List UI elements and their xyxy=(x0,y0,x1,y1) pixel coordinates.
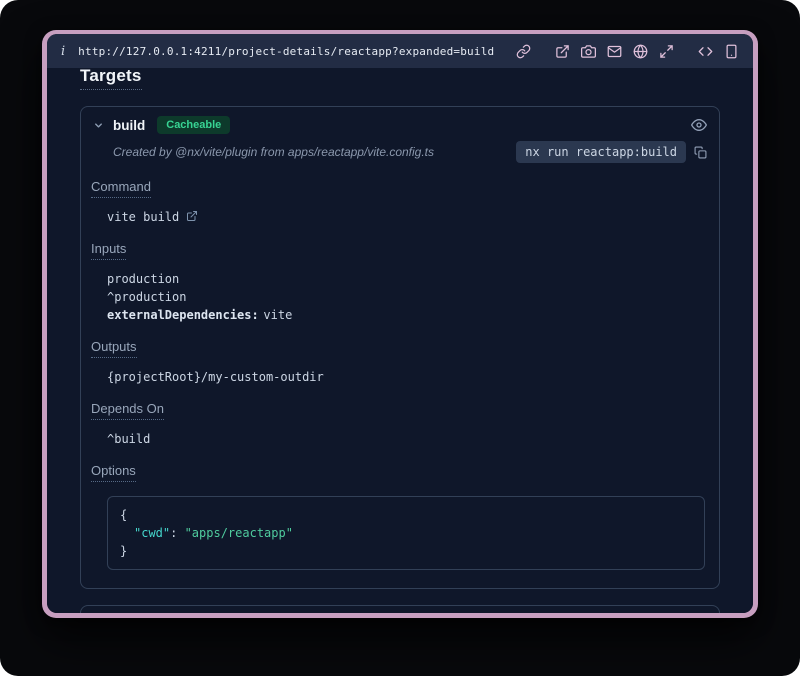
code-line: "cwd": "apps/reactapp" xyxy=(120,524,692,542)
browser-window: i http://127.0.0.1:4211/project-details/… xyxy=(42,30,758,618)
globe-icon[interactable] xyxy=(633,44,648,59)
camera-icon[interactable] xyxy=(581,44,596,59)
input-item: production xyxy=(107,270,709,288)
browser-inner: i http://127.0.0.1:4211/project-details/… xyxy=(47,34,753,613)
outputs-section-label: Outputs xyxy=(91,339,137,358)
copy-icon[interactable] xyxy=(694,146,707,159)
chevron-down-icon[interactable] xyxy=(93,120,104,131)
build-card-subheader: Created by @nx/vite/plugin from apps/rea… xyxy=(81,139,719,171)
code-line: } xyxy=(120,542,692,560)
serve-target-card: serve vite serve xyxy=(80,605,720,613)
external-deps-value: vite xyxy=(263,308,292,322)
json-key: "cwd" xyxy=(134,526,170,540)
link-icon[interactable] xyxy=(516,44,531,59)
device-icon[interactable] xyxy=(724,44,739,59)
input-item-external-deps: externalDependencies: vite xyxy=(107,306,709,324)
input-item: ^production xyxy=(107,288,709,306)
code-line: { xyxy=(120,506,692,524)
desktop-background: i http://127.0.0.1:4211/project-details/… xyxy=(0,0,800,676)
cacheable-badge: Cacheable xyxy=(157,116,230,134)
options-code-block: { "cwd": "apps/reactapp" } xyxy=(107,496,705,570)
maximize-icon[interactable] xyxy=(659,44,674,59)
page-content: Targets build Cacheable Creat xyxy=(47,68,753,613)
json-string-value: "apps/reactapp" xyxy=(185,526,293,540)
build-target-name: build xyxy=(113,118,145,133)
code-icon[interactable] xyxy=(698,44,713,59)
command-section-label: Command xyxy=(91,179,151,198)
build-target-card: build Cacheable Created by @nx/vite/plug… xyxy=(80,106,720,589)
external-link-icon[interactable] xyxy=(186,210,198,222)
build-card-body: Command vite build Inputs production ^pr… xyxy=(81,171,719,588)
options-section-label: Options xyxy=(91,463,136,482)
serve-card-header[interactable]: serve vite serve xyxy=(81,606,719,613)
page-title: Targets xyxy=(80,68,142,90)
command-value: vite build xyxy=(107,210,179,224)
json-separator: : xyxy=(170,526,184,540)
url-bar[interactable]: http://127.0.0.1:4211/project-details/re… xyxy=(78,45,494,58)
info-icon: i xyxy=(61,44,65,59)
external-deps-key: externalDependencies: xyxy=(107,308,259,322)
build-card-header[interactable]: build Cacheable xyxy=(81,107,719,139)
export-icon[interactable] xyxy=(555,44,570,59)
mail-icon[interactable] xyxy=(607,44,622,59)
inputs-section-label: Inputs xyxy=(91,241,126,260)
eye-icon[interactable] xyxy=(691,117,707,133)
depends-on-section-label: Depends On xyxy=(91,401,164,420)
output-item: {projectRoot}/my-custom-outdir xyxy=(107,368,709,386)
browser-toolbar: i http://127.0.0.1:4211/project-details/… xyxy=(47,34,753,68)
run-command-chip: nx run reactapp:build xyxy=(516,141,686,163)
created-by-text: Created by @nx/vite/plugin from apps/rea… xyxy=(113,145,434,159)
depends-on-item: ^build xyxy=(107,430,709,448)
